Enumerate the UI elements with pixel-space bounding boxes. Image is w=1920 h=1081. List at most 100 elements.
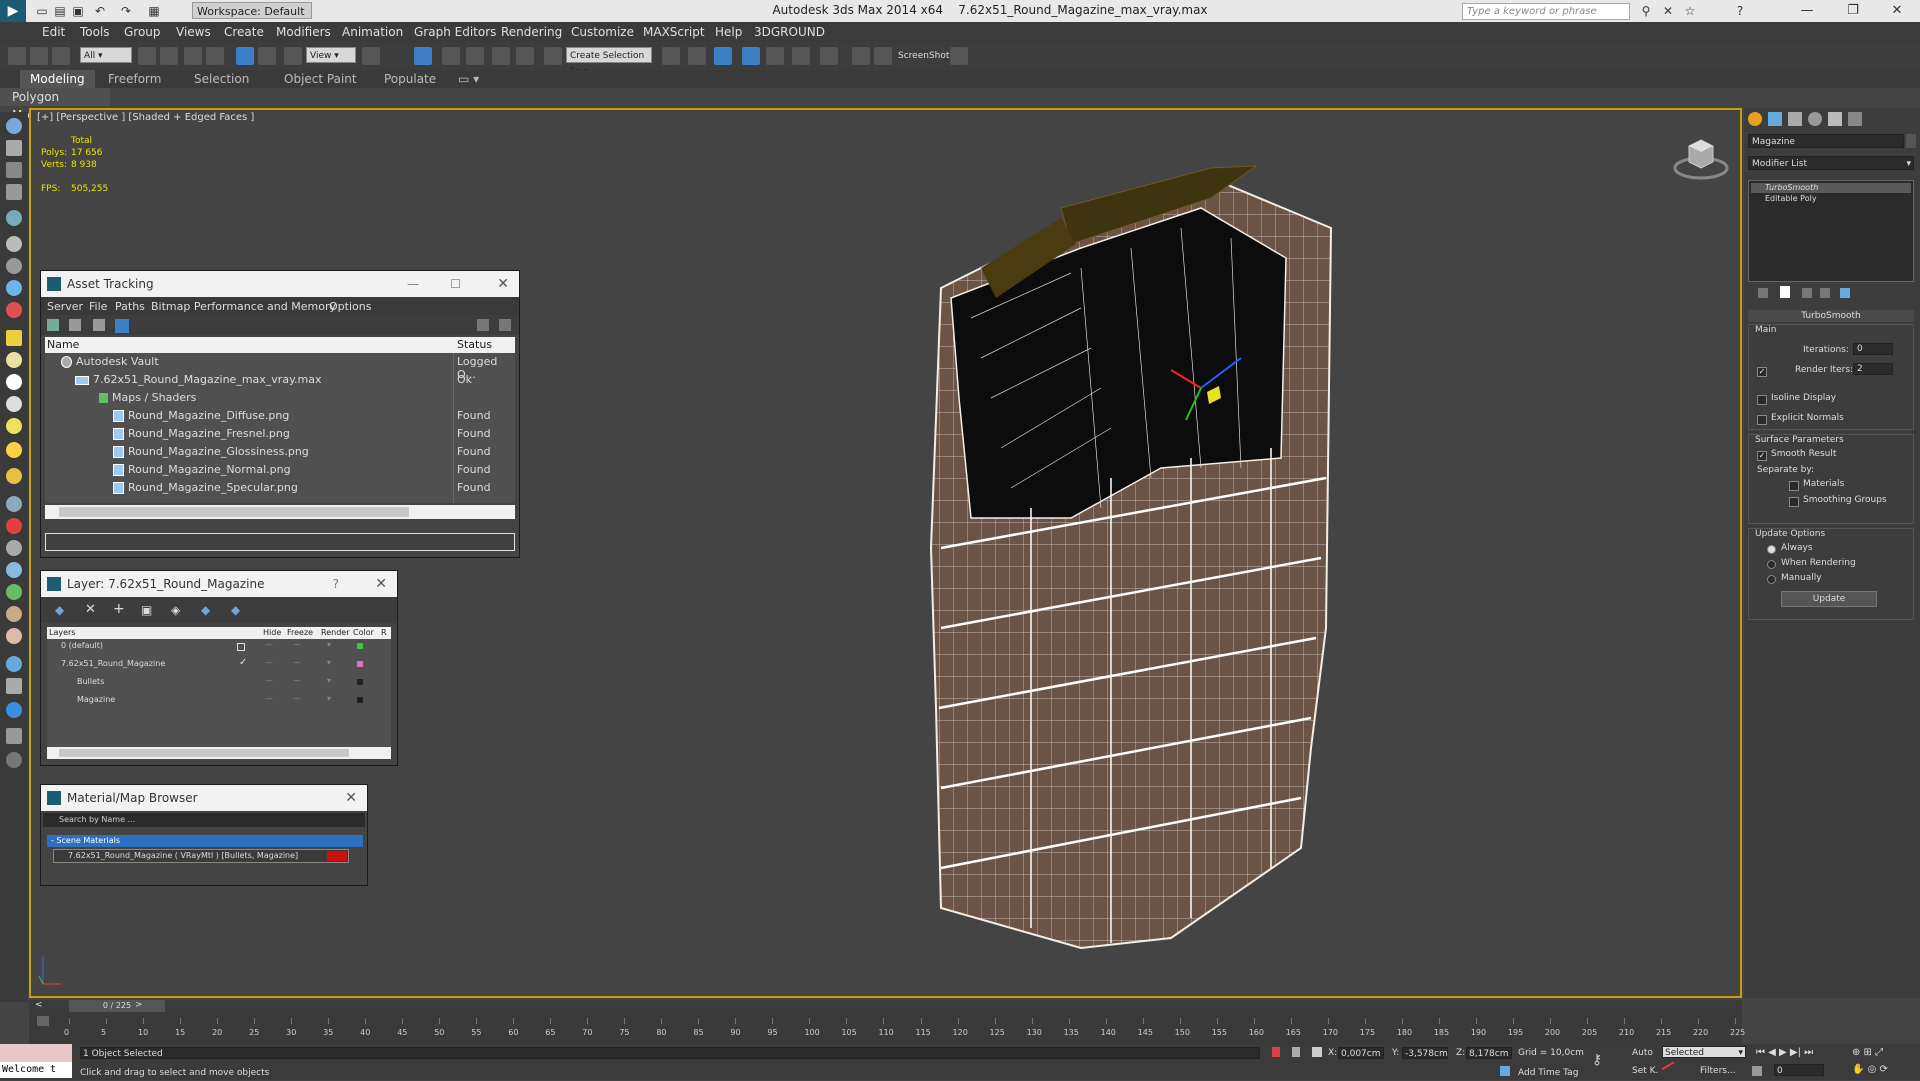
when-rendering-radio[interactable] — [1767, 560, 1776, 569]
current-layer-check[interactable]: ✓ — [239, 657, 247, 668]
viewport-label[interactable]: [+] [Perspective ] [Shaded + Edged Faces… — [37, 112, 254, 123]
iterations-spinner[interactable]: 0 — [1853, 343, 1893, 355]
tab-modeling[interactable]: Modeling — [20, 70, 95, 88]
globe-icon[interactable] — [6, 656, 22, 672]
configure-sets-icon[interactable] — [1840, 288, 1850, 298]
table-row[interactable]: 7.62x51_Round_Magazine_max_vray.max — [47, 371, 321, 389]
sky-icon[interactable] — [6, 374, 22, 390]
remove-modifier-icon[interactable] — [1820, 288, 1830, 298]
material-editor-icon[interactable] — [820, 47, 838, 65]
curve-editor-icon[interactable] — [766, 47, 784, 65]
add-to-layer-icon[interactable]: + — [113, 601, 125, 617]
hide-toggle[interactable]: — — [265, 676, 273, 685]
layer-manager-window[interactable]: Layer: 7.62x51_Round_Magazine ? ✕ ◆ ✕ + … — [40, 570, 398, 766]
vault-icon[interactable] — [499, 319, 511, 331]
smoothing-groups-checkbox[interactable] — [1789, 497, 1799, 507]
help-circle-icon[interactable] — [6, 752, 22, 768]
y-coordinate-field[interactable]: -3,578cm — [1402, 1047, 1448, 1059]
schematic-view-icon[interactable] — [792, 47, 810, 65]
layer-row-magazine[interactable]: Magazine — [77, 695, 115, 704]
close-icon[interactable]: ✕ — [497, 271, 509, 297]
prev-frame-icon[interactable]: < — [35, 1000, 43, 1010]
cloth-icon[interactable] — [6, 540, 22, 556]
asset-tracking-titlebar[interactable]: Asset Tracking — ☐ ✕ — [41, 271, 519, 297]
workspace-dropdown[interactable]: Workspace: Default ▾ — [192, 2, 312, 35]
command-icon[interactable] — [6, 140, 22, 156]
modifier-list-dropdown[interactable]: Modifier List ▾ — [1748, 156, 1914, 170]
mirror-icon[interactable] — [662, 47, 680, 65]
freeze-toggle[interactable]: — — [293, 676, 301, 685]
menu-help[interactable]: Help — [715, 25, 742, 39]
menu-graph-editors[interactable]: Graph Editors — [414, 25, 496, 39]
layer-color-swatch[interactable] — [357, 643, 363, 649]
time-tag-icon[interactable] — [1500, 1066, 1510, 1076]
polygon-modeling-panel[interactable]: Polygon Modeling — [0, 88, 110, 122]
select-object-icon[interactable] — [138, 47, 156, 65]
time-config-icon[interactable] — [1752, 1066, 1762, 1076]
stack-item-turbosmooth[interactable]: TurboSmooth — [1751, 183, 1911, 193]
hide-toggle[interactable]: — — [265, 694, 273, 703]
utilities-tab-icon[interactable] — [1848, 112, 1862, 126]
link-icon[interactable] — [8, 47, 26, 65]
materials-checkbox[interactable] — [1789, 481, 1799, 491]
select-objects-icon[interactable]: ▣ — [141, 603, 152, 617]
window-crossing-icon[interactable] — [206, 47, 224, 65]
magazine-model[interactable] — [911, 148, 1391, 968]
render-teapot-icon[interactable]: ▾ — [327, 676, 331, 685]
material-item[interactable]: 7.62x51_Round_Magazine ( VRayMtl ) [Bull… — [53, 849, 349, 863]
tab-populate[interactable]: Populate — [384, 72, 436, 86]
menu-bitmap-performance[interactable]: Bitmap Performance and Memory — [151, 300, 336, 313]
menu-file[interactable]: File — [89, 300, 107, 313]
render-iters-spinner[interactable]: 2 — [1853, 363, 1893, 375]
manually-radio[interactable] — [1767, 575, 1776, 584]
pin-stack-icon[interactable] — [1758, 288, 1768, 298]
render-teapot-icon[interactable] — [950, 47, 968, 65]
menu-maxscript[interactable]: MAXScript — [643, 25, 705, 39]
column-render[interactable]: Render — [321, 628, 349, 637]
time-slider[interactable]: < 0 / 225 > — [29, 1000, 1742, 1012]
material-icon[interactable] — [6, 330, 22, 346]
maximize-icon[interactable]: ☐ — [450, 271, 461, 297]
detail-view-icon[interactable] — [115, 319, 129, 333]
x-coordinate-field[interactable]: 0,007cm — [1338, 1047, 1384, 1059]
view-cube[interactable] — [1671, 132, 1731, 182]
highlight-layer-icon[interactable]: ◈ — [171, 603, 180, 617]
named-selection-dropdown[interactable]: Create Selection Se ▾ — [566, 47, 652, 77]
scene-materials-group[interactable]: - Scene Materials — [47, 835, 363, 847]
add-time-tag[interactable]: Add Time Tag — [1518, 1068, 1578, 1078]
undo-icon[interactable]: ↶ — [92, 3, 108, 19]
array-icon[interactable] — [6, 678, 22, 694]
new-layer-icon[interactable]: ◆ — [55, 603, 64, 617]
select-by-name-icon[interactable] — [160, 47, 178, 65]
edit-named-sets-icon[interactable] — [544, 47, 562, 65]
scene-explorer-icon[interactable] — [6, 210, 22, 226]
hide-toggle[interactable]: — — [265, 658, 273, 667]
angle-snap-icon[interactable] — [466, 47, 484, 65]
maxscript-listener[interactable]: Welcome t — [0, 1062, 72, 1078]
sphere-icon[interactable] — [6, 258, 22, 274]
list-view-icon[interactable] — [69, 319, 81, 331]
menu-modifiers[interactable]: Modifiers — [276, 25, 331, 39]
absolute-mode-icon[interactable] — [1312, 1047, 1322, 1057]
menu-rendering[interactable]: Rendering — [501, 25, 562, 39]
layer-color-swatch[interactable] — [357, 697, 363, 703]
menu-views[interactable]: Views — [176, 25, 211, 39]
motion-tab-icon[interactable] — [1808, 112, 1822, 126]
menu-edit[interactable]: Edit — [42, 25, 65, 39]
new-file-icon[interactable]: ▭ — [34, 3, 50, 19]
set-key-icon[interactable] — [1661, 1061, 1681, 1081]
menu-create[interactable]: Create — [224, 25, 264, 39]
smooth-result-checkbox[interactable]: ✓ — [1757, 451, 1767, 461]
asset-tracking-window[interactable]: Asset Tracking — ☐ ✕ Server File Paths B… — [40, 270, 520, 558]
isolate-icon[interactable] — [1272, 1047, 1280, 1057]
show-end-result-icon[interactable] — [1780, 286, 1790, 298]
mini-curve-editor-icon[interactable] — [37, 1016, 49, 1026]
object-color-swatch[interactable] — [1906, 134, 1916, 148]
table-row[interactable]: Round_Magazine_Normal.png — [47, 461, 291, 479]
menu-3dground[interactable]: 3DGROUND — [754, 25, 825, 39]
update-button[interactable]: Update — [1781, 591, 1877, 607]
layer-manager-titlebar[interactable]: Layer: 7.62x51_Round_Magazine ? ✕ — [41, 571, 397, 597]
layer-scrollbar[interactable] — [47, 747, 391, 759]
layer-row-magazine-group[interactable]: 7.62x51_Round_Magazine — [61, 659, 165, 668]
stack-item-editable-poly[interactable]: Editable Poly — [1751, 194, 1911, 204]
